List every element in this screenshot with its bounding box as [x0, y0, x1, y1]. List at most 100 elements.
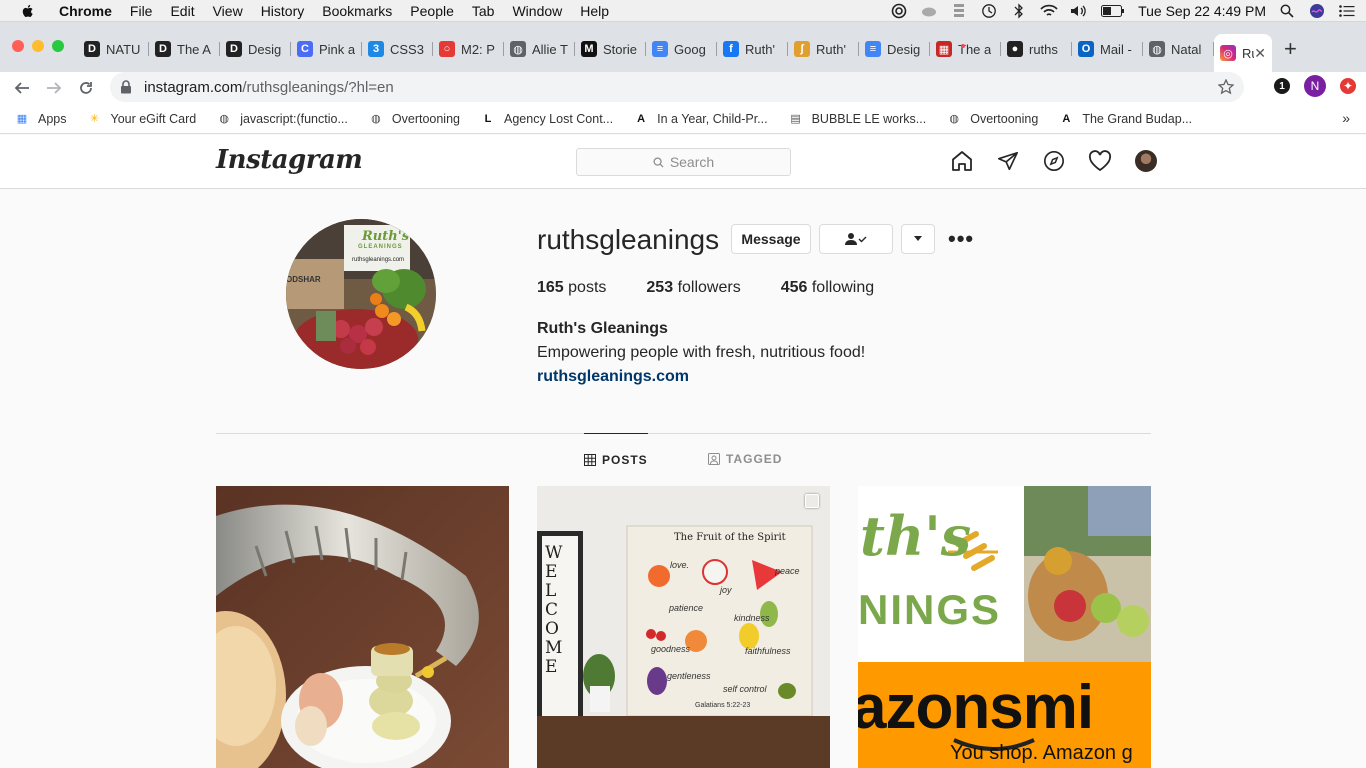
zoom-window-button[interactable]: [52, 40, 64, 52]
menu-bookmarks[interactable]: Bookmarks: [313, 0, 401, 22]
profile-menu-avatar[interactable]: [1134, 149, 1158, 173]
browser-tab[interactable]: M Storie: [575, 34, 646, 64]
time-machine-icon[interactable]: [980, 3, 998, 19]
bookmark-item[interactable]: A In a Year, Child-Pr...: [633, 111, 767, 127]
explore-compass-icon[interactable]: [1042, 149, 1066, 173]
menu-tab[interactable]: Tab: [463, 0, 504, 22]
more-options-icon[interactable]: •••: [948, 226, 974, 252]
browser-tab[interactable]: ▦ The a: [930, 34, 1001, 64]
browser-tab[interactable]: D NATU: [78, 34, 149, 64]
menu-help[interactable]: Help: [571, 0, 618, 22]
bookmark-item[interactable]: ▦ Apps: [14, 111, 67, 127]
caret-down-icon: [914, 236, 922, 241]
bookmark-item[interactable]: ▤ BUBBLE LE works...: [788, 111, 926, 127]
siri-icon[interactable]: [1308, 3, 1326, 19]
browser-tab[interactable]: D The A: [149, 34, 220, 64]
wifi-icon[interactable]: [1040, 3, 1058, 19]
bookmark-item[interactable]: ◍ Overtooning: [368, 111, 460, 127]
profile-picture[interactable]: Ruth's GLEANINGS ruthsgleanings.com ODSH…: [286, 219, 436, 369]
direct-messages-icon[interactable]: [996, 149, 1020, 173]
post-shofar-honey[interactable]: [216, 486, 509, 768]
menu-app-name[interactable]: Chrome: [50, 0, 121, 22]
menu-file[interactable]: File: [121, 0, 162, 22]
docs-icon: ≡: [865, 41, 881, 57]
browser-tab[interactable]: ≡ Goog: [646, 34, 717, 64]
following-count[interactable]: 456 following: [781, 279, 874, 297]
browser-tab-label: Ruth': [816, 41, 846, 57]
spotlight-search-icon[interactable]: [1278, 3, 1296, 19]
menu-window[interactable]: Window: [503, 0, 571, 22]
followers-count-label: followers: [677, 279, 741, 296]
multi-photo-icon: [805, 494, 819, 508]
browser-tab[interactable]: ≡ Desig: [859, 34, 930, 64]
forward-arrow-icon: [47, 82, 62, 94]
bookmark-item[interactable]: ◍ javascript:(functio...: [216, 111, 348, 127]
suggestions-dropdown-button[interactable]: [901, 224, 935, 254]
bookmark-item[interactable]: A The Grand Budap...: [1058, 111, 1192, 127]
message-button[interactable]: Message: [731, 224, 811, 254]
browser-tab[interactable]: ● ruths: [1001, 34, 1072, 64]
stack-icon[interactable]: [950, 3, 968, 19]
instagram-search-input[interactable]: Search: [576, 148, 791, 176]
close-tab-icon[interactable]: ✕: [1254, 45, 1266, 62]
update-extension-icon[interactable]: ✦: [1340, 78, 1356, 94]
bookmarks-overflow-button[interactable]: »: [1342, 110, 1350, 126]
cloud-icon[interactable]: [920, 3, 938, 19]
instagram-header: Instagram Search: [0, 135, 1366, 189]
browser-tab-active[interactable]: ◎ Ru✕: [1214, 34, 1272, 72]
lock-icon[interactable]: [120, 80, 132, 94]
back-button[interactable]: [6, 72, 38, 104]
forward-button[interactable]: [38, 72, 70, 104]
tab-posts[interactable]: POSTS: [584, 433, 648, 485]
browser-tab[interactable]: ○ M2: P: [433, 34, 504, 64]
browser-tab[interactable]: C Pink a: [291, 34, 362, 64]
apple-menu-icon[interactable]: [20, 3, 36, 19]
followers-count[interactable]: 253 followers: [646, 279, 740, 297]
menu-history[interactable]: History: [252, 0, 314, 22]
browser-tab[interactable]: f Ruth': [717, 34, 788, 64]
minimize-window-button[interactable]: [32, 40, 44, 52]
browser-tab[interactable]: D Desig: [220, 34, 291, 64]
apps-icon: ▦: [16, 113, 28, 125]
browser-tab-label: Mail -: [1100, 41, 1132, 57]
battery-icon[interactable]: [1100, 3, 1126, 19]
post-amazonsmile[interactable]: th's NINGS azonsmi You shop. Amazon g: [858, 486, 1151, 768]
focus-ring-icon[interactable]: [890, 3, 908, 19]
activity-heart-icon[interactable]: [1088, 149, 1112, 173]
menu-view[interactable]: View: [204, 0, 252, 22]
notification-center-icon[interactable]: [1338, 3, 1356, 19]
bookmark-item[interactable]: ✳ Your eGift Card: [87, 111, 197, 127]
browser-tab[interactable]: ◍ Natal: [1143, 34, 1214, 64]
menu-people[interactable]: People: [401, 0, 463, 22]
tab-tagged[interactable]: TAGGED: [708, 433, 782, 485]
browser-tab[interactable]: O Mail -: [1072, 34, 1143, 64]
search-icon: [653, 156, 664, 168]
volume-icon[interactable]: [1070, 3, 1088, 19]
following-button[interactable]: [819, 224, 893, 254]
profile-website-link[interactable]: ruthsgleanings.com: [537, 368, 689, 386]
fruit-word-kindness: kindness: [734, 613, 770, 623]
bookmark-item[interactable]: L Agency Lost Cont...: [480, 111, 613, 127]
post-fruit-of-spirit[interactable]: The Fruit of the Spirit love. joy peace …: [537, 486, 830, 768]
bookmark-label: Your eGift Card: [110, 111, 197, 126]
menu-edit[interactable]: Edit: [161, 0, 203, 22]
browser-tab[interactable]: ◍ Allie T: [504, 34, 575, 64]
menu-clock[interactable]: Tue Sep 22 4:49 PM: [1138, 3, 1266, 19]
browser-tab[interactable]: ʃ Ruth': [788, 34, 859, 64]
user-avatar-icon: [1135, 150, 1157, 172]
profile-avatar[interactable]: N: [1304, 75, 1326, 97]
browser-tab-label: M2: P: [461, 41, 495, 57]
bluetooth-icon[interactable]: [1010, 3, 1028, 19]
browser-toolbar: instagram.com/ruthsgleanings/?hl=en 1 N …: [0, 72, 1366, 104]
browser-tab[interactable]: 3 CSS3: [362, 34, 433, 64]
bookmark-star-icon[interactable]: [1218, 79, 1234, 95]
instagram-logo[interactable]: Instagram: [216, 145, 363, 175]
close-window-button[interactable]: [12, 40, 24, 52]
address-bar[interactable]: instagram.com/ruthsgleanings/?hl=en: [110, 72, 1244, 102]
new-tab-button[interactable]: +: [1284, 34, 1297, 64]
password-extension-icon[interactable]: 1: [1274, 78, 1290, 94]
browser-tab-label: Goog: [674, 41, 706, 57]
reload-button[interactable]: [70, 72, 102, 104]
bookmark-item[interactable]: ◍ Overtooning: [946, 111, 1038, 127]
home-icon[interactable]: [950, 149, 974, 173]
